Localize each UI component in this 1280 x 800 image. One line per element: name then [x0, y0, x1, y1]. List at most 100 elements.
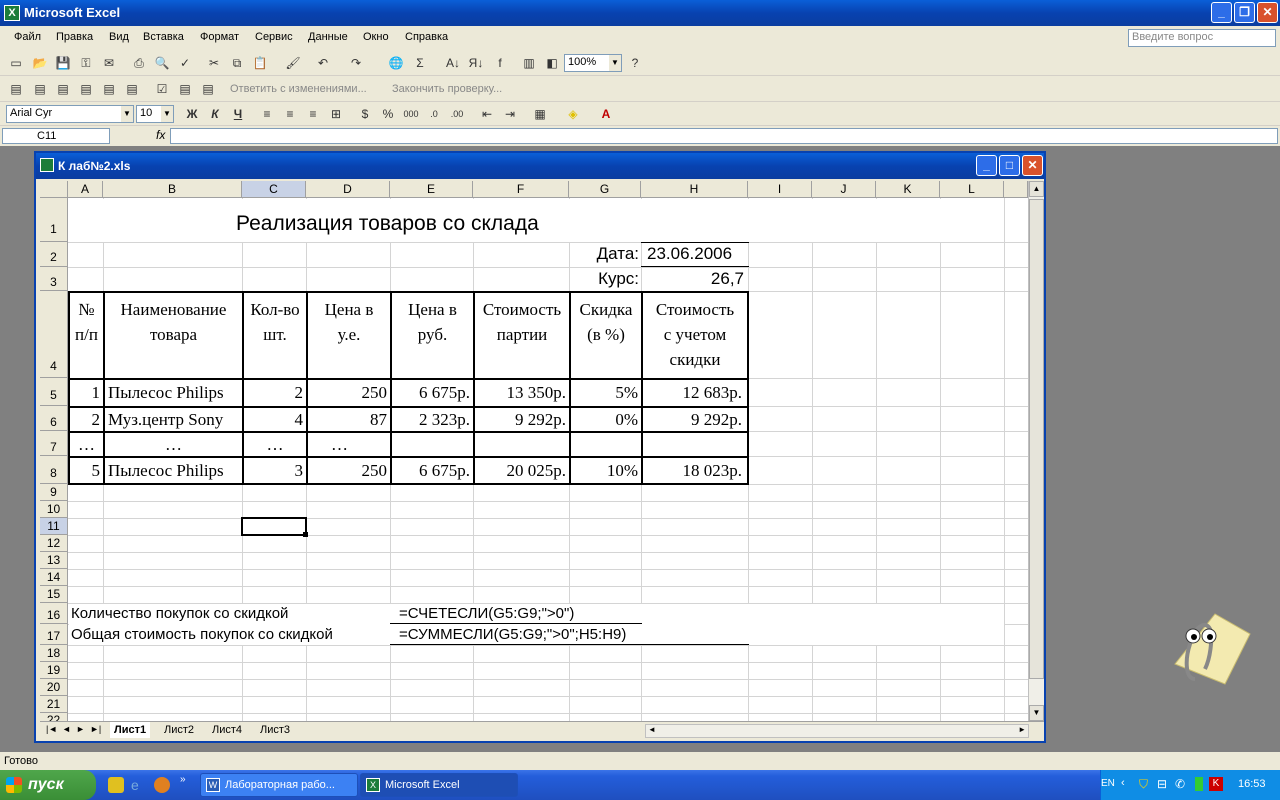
- chart-wizard-icon[interactable]: ▥: [521, 55, 537, 71]
- tray-collapse-icon[interactable]: ‹: [1121, 777, 1125, 789]
- review-icon-6[interactable]: ▤: [124, 81, 140, 97]
- hyperlink-icon[interactable]: 🌐: [388, 55, 404, 71]
- reply-with-changes-button[interactable]: Ответить с изменениями...: [230, 83, 367, 95]
- save-icon[interactable]: 💾: [55, 55, 71, 71]
- column-header-d[interactable]: D: [306, 181, 390, 198]
- column-header-k[interactable]: K: [876, 181, 940, 198]
- volume-icon[interactable]: ✆: [1175, 777, 1185, 791]
- row-header-13[interactable]: 13: [40, 552, 68, 569]
- review-icon-8[interactable]: ▤: [200, 81, 216, 97]
- sort-ascending-icon[interactable]: A↓: [445, 55, 461, 71]
- cell-a6[interactable]: 2: [70, 410, 101, 430]
- insert-function-icon[interactable]: f: [492, 55, 508, 71]
- column-header-l[interactable]: L: [940, 181, 1004, 198]
- permission-icon[interactable]: ⚿: [78, 55, 94, 71]
- underline-button[interactable]: Ч: [230, 106, 246, 122]
- cell-a17[interactable]: Общая стоимость покупок со скидкой: [71, 626, 333, 643]
- cell-e5[interactable]: 6 675р.: [392, 383, 470, 403]
- next-sheet-icon[interactable]: ►: [76, 724, 85, 734]
- worksheet-grid[interactable]: A B C D E F G H I J K L 1 2 3 4 5 6 7 8 …: [40, 181, 1028, 721]
- row-header-2[interactable]: 2: [40, 242, 68, 267]
- review-icon-1[interactable]: ▤: [8, 81, 24, 97]
- row-header-3[interactable]: 3: [40, 267, 68, 291]
- scroll-down-icon[interactable]: ▼: [1029, 705, 1044, 721]
- quicklaunch-media-icon[interactable]: [154, 777, 170, 793]
- column-header-a[interactable]: A: [68, 181, 103, 198]
- fill-handle[interactable]: [303, 532, 308, 537]
- row-header-16[interactable]: 16: [40, 603, 68, 624]
- format-painter-icon[interactable]: 🖌: [285, 55, 301, 71]
- bold-button[interactable]: Ж: [184, 106, 200, 122]
- cell-d6[interactable]: 87: [308, 410, 387, 430]
- row-header-19[interactable]: 19: [40, 662, 68, 679]
- review-icon-7[interactable]: ▤: [177, 81, 193, 97]
- column-header-g[interactable]: G: [569, 181, 641, 198]
- track-changes-icon[interactable]: ☑: [154, 81, 170, 97]
- undo-icon[interactable]: ↶: [315, 55, 331, 71]
- merge-center-icon[interactable]: ⊞: [328, 106, 344, 122]
- cell-g5[interactable]: 5%: [571, 383, 638, 403]
- row-header-10[interactable]: 10: [40, 501, 68, 518]
- start-button[interactable]: пуск: [0, 770, 96, 800]
- row-header-22[interactable]: 22: [40, 713, 68, 721]
- cell-c6[interactable]: 4: [244, 410, 304, 430]
- increase-indent-icon[interactable]: ⇥: [502, 106, 518, 122]
- print-icon[interactable]: ⎙: [131, 55, 147, 71]
- cell-a8[interactable]: 5: [70, 461, 101, 481]
- row-header-7[interactable]: 7: [40, 431, 68, 456]
- menu-file[interactable]: Файл: [14, 31, 41, 43]
- cell-e8[interactable]: 6 675р.: [392, 461, 470, 481]
- review-icon-2[interactable]: ▤: [32, 81, 48, 97]
- menu-window[interactable]: Окно: [363, 31, 389, 43]
- italic-button[interactable]: К: [207, 106, 223, 122]
- menu-insert[interactable]: Вставка: [143, 31, 184, 43]
- column-header-f[interactable]: F: [473, 181, 569, 198]
- cell-b7[interactable]: …: [105, 435, 242, 455]
- cell-h6[interactable]: 9 292р.: [643, 410, 742, 430]
- review-icon-4[interactable]: ▤: [78, 81, 94, 97]
- cell-e16[interactable]: =СЧЕТЕСЛИ(G5:G9;">0"): [399, 605, 574, 622]
- open-icon[interactable]: 📂: [32, 55, 48, 71]
- office-assistant-clippy[interactable]: [1155, 604, 1251, 686]
- end-review-button[interactable]: Закончить проверку...: [392, 83, 502, 95]
- menu-tools[interactable]: Сервис: [255, 31, 293, 43]
- cell-a16[interactable]: Количество покупок со скидкой: [71, 605, 288, 622]
- column-header-e[interactable]: E: [390, 181, 473, 198]
- row-header-14[interactable]: 14: [40, 569, 68, 586]
- workbook-close-button[interactable]: ✕: [1022, 155, 1043, 176]
- row-header-4[interactable]: 4: [40, 291, 68, 378]
- cell-f5[interactable]: 13 350р.: [475, 383, 567, 403]
- redo-icon[interactable]: ↷: [348, 55, 364, 71]
- row-header-9[interactable]: 9: [40, 484, 68, 501]
- cell-d5[interactable]: 250: [308, 383, 388, 403]
- row-header-11[interactable]: 11: [40, 518, 68, 535]
- row-header-5[interactable]: 5: [40, 378, 68, 406]
- review-icon-3[interactable]: ▤: [55, 81, 71, 97]
- decrease-decimal-icon[interactable]: .00: [449, 106, 465, 122]
- minimize-button[interactable]: _: [1211, 2, 1232, 23]
- sheet-tab-list4[interactable]: Лист4: [208, 722, 246, 738]
- cell-h8[interactable]: 18 023р.: [643, 461, 743, 481]
- cell-c5[interactable]: 2: [244, 383, 304, 403]
- decrease-indent-icon[interactable]: ⇤: [479, 106, 495, 122]
- cell-e6[interactable]: 2 323р.: [392, 410, 470, 430]
- workbook-maximize-button[interactable]: □: [999, 155, 1020, 176]
- cell-b8[interactable]: Пылесос Philips: [108, 461, 224, 481]
- increase-decimal-icon[interactable]: .0: [426, 106, 442, 122]
- network-icon[interactable]: ⊟: [1157, 777, 1167, 791]
- cell-a7[interactable]: …: [70, 435, 103, 455]
- sort-descending-icon[interactable]: Я↓: [468, 55, 484, 71]
- cell-b6[interactable]: Муз.центр Sony: [108, 410, 223, 430]
- menu-edit[interactable]: Правка: [56, 31, 93, 43]
- quicklaunch-desktop-icon[interactable]: [108, 777, 124, 793]
- cut-icon[interactable]: ✂: [206, 55, 222, 71]
- row-header-15[interactable]: 15: [40, 586, 68, 603]
- cell-b5[interactable]: Пылесос Philips: [108, 383, 224, 403]
- scroll-right-icon[interactable]: ►: [1018, 725, 1026, 734]
- row-header-18[interactable]: 18: [40, 645, 68, 662]
- quicklaunch-more-icon[interactable]: »: [180, 774, 186, 785]
- language-indicator[interactable]: EN: [1101, 778, 1115, 789]
- name-box[interactable]: C11: [2, 128, 110, 144]
- menu-help[interactable]: Справка: [405, 31, 448, 43]
- cell-d8[interactable]: 250: [308, 461, 388, 481]
